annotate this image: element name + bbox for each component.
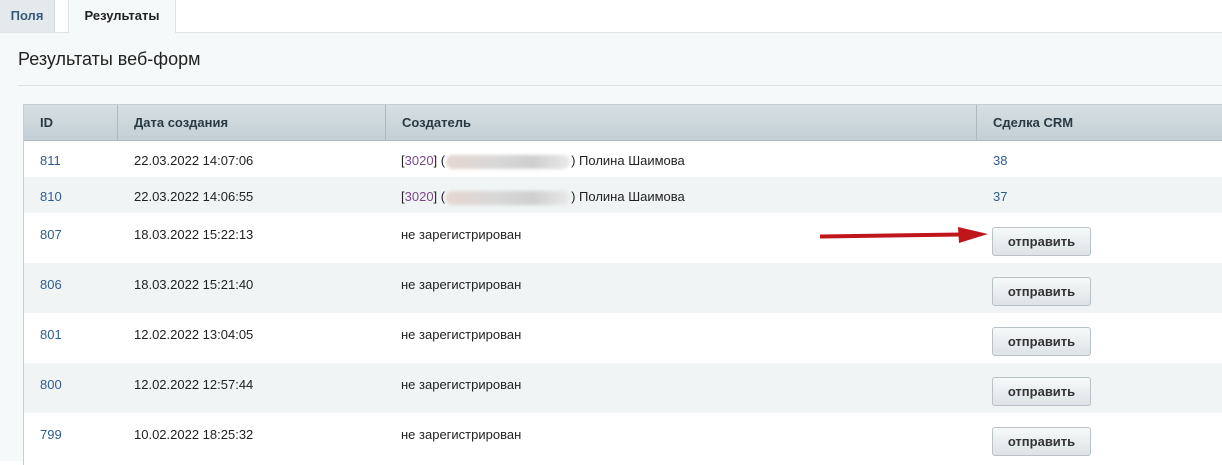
- row-date: 22.03.2022 14:07:06: [134, 153, 254, 168]
- table-row: 801 12.02.2022 13:04:05 не зарегистриров…: [24, 313, 1222, 363]
- row-date: 22.03.2022 14:06:55: [134, 189, 254, 204]
- row-id-link[interactable]: 800: [40, 377, 62, 392]
- header-id[interactable]: ID: [24, 105, 118, 140]
- row-date: 10.02.2022 18:25:32: [134, 427, 254, 442]
- row-date: 12.02.2022 12:57:44: [134, 377, 254, 392]
- creator-name: ) Полина Шаимова: [571, 153, 685, 168]
- row-id-link[interactable]: 810: [40, 189, 62, 204]
- redacted-login: [446, 190, 571, 205]
- crm-deal-link[interactable]: 37: [993, 189, 1007, 204]
- send-button[interactable]: отправить: [992, 427, 1091, 456]
- table-row: 807 18.03.2022 15:22:13 не зарегистриров…: [24, 213, 1222, 263]
- header-date[interactable]: Дата создания: [118, 105, 386, 140]
- title-divider: [18, 85, 1222, 86]
- tab-bar: Поля Результаты: [0, 0, 1222, 33]
- row-creator: не зарегистрирован: [401, 377, 522, 392]
- table-row: 799 10.02.2022 18:25:32 не зарегистриров…: [24, 413, 1222, 465]
- row-id-link[interactable]: 811: [40, 153, 61, 168]
- send-button[interactable]: отправить: [992, 377, 1091, 406]
- row-creator: [3020] () Полина Шаимова: [401, 189, 685, 205]
- table-row: 810 22.03.2022 14:06:55 [3020] () Полина…: [24, 177, 1222, 213]
- send-button[interactable]: отправить: [992, 277, 1091, 306]
- row-creator: не зарегистрирован: [401, 227, 522, 242]
- row-id-link[interactable]: 807: [40, 227, 62, 242]
- table-row: 806 18.03.2022 15:21:40 не зарегистриров…: [24, 263, 1222, 313]
- tab-fields[interactable]: Поля: [0, 0, 55, 32]
- results-table: ID Дата создания Создатель Сделка CRM 81…: [23, 104, 1222, 465]
- row-creator: не зарегистрирован: [401, 427, 522, 442]
- creator-id-link[interactable]: 3020: [405, 189, 434, 204]
- table-row: 800 12.02.2022 12:57:44 не зарегистриров…: [24, 363, 1222, 413]
- creator-name: ) Полина Шаимова: [571, 189, 685, 204]
- red-arrow-icon: [820, 227, 988, 243]
- table-header: ID Дата создания Создатель Сделка CRM: [24, 105, 1222, 141]
- creator-id-link[interactable]: 3020: [405, 153, 434, 168]
- send-button[interactable]: отправить: [992, 327, 1091, 356]
- crm-deal-link[interactable]: 38: [993, 153, 1007, 168]
- redacted-login: [446, 154, 571, 169]
- row-id-link[interactable]: 801: [40, 327, 62, 342]
- header-crm-deal[interactable]: Сделка CRM: [977, 105, 1222, 140]
- header-creator[interactable]: Создатель: [386, 105, 977, 140]
- row-creator: не зарегистрирован: [401, 327, 522, 342]
- row-creator: не зарегистрирован: [401, 277, 522, 292]
- content-area: Результаты веб-форм ID Дата создания Соз…: [0, 33, 1222, 465]
- row-id-link[interactable]: 799: [40, 427, 62, 442]
- row-id-link[interactable]: 806: [40, 277, 62, 292]
- table-row: 811 22.03.2022 14:07:06 [3020] () Полина…: [24, 141, 1222, 177]
- send-button[interactable]: отправить: [992, 227, 1091, 256]
- row-date: 18.03.2022 15:21:40: [134, 277, 254, 292]
- row-creator: [3020] () Полина Шаимова: [401, 153, 685, 169]
- row-date: 12.02.2022 13:04:05: [134, 327, 254, 342]
- tab-results[interactable]: Результаты: [68, 0, 176, 33]
- page-title: Результаты веб-форм: [18, 49, 201, 69]
- row-date: 18.03.2022 15:22:13: [134, 227, 254, 242]
